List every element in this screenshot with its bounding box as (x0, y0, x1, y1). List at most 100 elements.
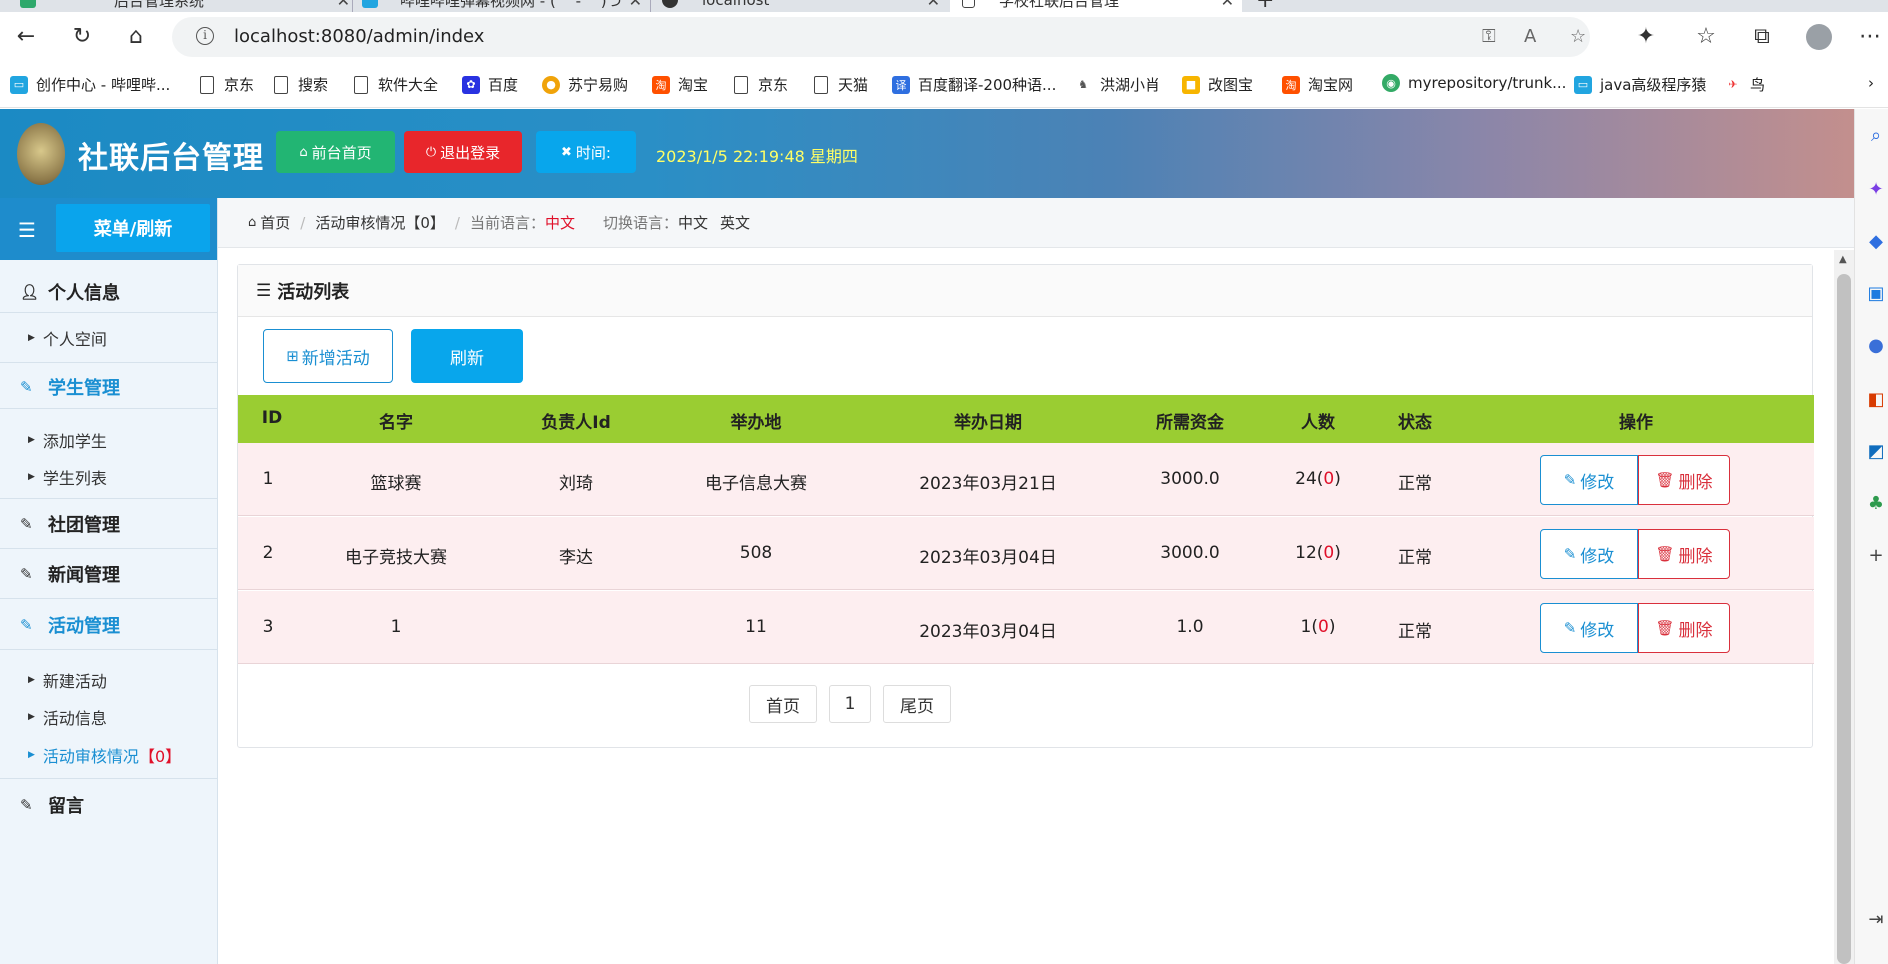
bookmark[interactable]: ▭ 创作中心 - 哔哩哔... (10, 74, 170, 95)
bookmark[interactable]: 天猫 (814, 74, 868, 95)
cell-id: 1 (262, 469, 274, 489)
pager-last-button[interactable]: 尾页 (883, 685, 951, 723)
bookmarks-overflow-icon[interactable]: › (1868, 74, 1874, 92)
page-scrollbar[interactable]: ▲ (1834, 250, 1854, 964)
language-chinese-link[interactable]: 中文 (678, 212, 708, 233)
read-aloud-icon[interactable]: A (1524, 26, 1536, 47)
bilibili-icon: ▭ (10, 75, 28, 94)
new-tab-button[interactable]: + (1256, 0, 1286, 12)
breadcrumb-home[interactable]: 首页 (260, 212, 290, 233)
sidebar-item-new-activity[interactable]: ▶ 新建活动 (28, 668, 107, 692)
browser-tab-active[interactable]: 学校社联后台管理 ✕ (950, 0, 1242, 12)
url-field[interactable]: i localhost:8080/admin/index ⚿ A ☆ (172, 17, 1590, 57)
tag-icon[interactable]: ◆ (1865, 231, 1887, 253)
back-icon[interactable]: ← (12, 24, 40, 50)
edit-icon: ✎ (20, 378, 33, 396)
pager-page-button[interactable]: 1 (829, 685, 871, 723)
copilot-icon[interactable]: ✦ (1865, 179, 1887, 201)
home-icon[interactable]: ⌂ (122, 24, 150, 50)
edit-button[interactable]: ✎ 修改 (1540, 455, 1638, 505)
add-activity-button[interactable]: ⊞ 新增活动 (263, 329, 393, 383)
list-icon[interactable]: ☰ (18, 218, 36, 242)
bookmark[interactable]: 京东 (734, 74, 788, 95)
bookmark[interactable]: 京东 (200, 74, 254, 95)
sidebar-section-messages[interactable]: ✎ 留言 (0, 784, 217, 826)
scrollbar-thumb[interactable] (1837, 274, 1851, 964)
site-info-icon[interactable]: i (196, 27, 214, 45)
bookmark[interactable]: 译百度翻译-200种语... (892, 74, 1056, 95)
user-icon: 👤︎ (20, 283, 40, 301)
sidebar-item-student-list[interactable]: ▶ 学生列表 (28, 465, 107, 489)
cell-place: 电子信息大赛 (705, 474, 807, 494)
bookmark[interactable]: 淘淘宝网 (1282, 74, 1353, 95)
bookmark[interactable]: ✿ 百度 (462, 74, 518, 95)
sidebar-section-students[interactable]: ✎ 学生管理 (0, 366, 217, 408)
sidebar-item-personal-space[interactable]: ▶ 个人空间 (28, 326, 107, 350)
more-icon[interactable]: ⋯ (1856, 24, 1884, 50)
extensions-icon[interactable]: ✦ (1632, 24, 1660, 50)
sidebar-section-news[interactable]: ✎ 新闻管理 (0, 554, 217, 594)
search-icon[interactable]: ⌕ (1865, 125, 1887, 147)
bookmark[interactable]: ▭ java高级程序猿 (1574, 74, 1706, 95)
language-english-link[interactable]: 英文 (720, 212, 750, 233)
browser-tab[interactable]: localhost ✕ (662, 0, 940, 12)
bookmark[interactable]: ■ 改图宝 (1182, 74, 1253, 95)
edit-icon: ✎ (1563, 619, 1577, 637)
bookmark[interactable]: ● 苏宁易购 (542, 74, 628, 95)
url-text[interactable]: localhost:8080/admin/index (234, 26, 484, 47)
cell-status: 正常 (1398, 474, 1432, 494)
sidebar-section-clubs[interactable]: ✎ 社团管理 (0, 504, 217, 544)
outlook-icon[interactable]: ◩ (1865, 441, 1887, 463)
sidebar-item-activity-audit[interactable]: ▶ 活动审核情况 【0】 (28, 743, 181, 767)
briefcase-icon[interactable]: ▣ (1865, 283, 1887, 305)
add-icon[interactable]: + (1865, 545, 1887, 567)
sidebar-toggle-icon[interactable]: ⇥ (1865, 909, 1887, 931)
close-icon[interactable]: ✕ (1221, 0, 1234, 10)
sidebar-item-activity-info[interactable]: ▶ 活动信息 (28, 705, 107, 729)
browser-tab[interactable]: 后台管理系统 ✕ (20, 0, 350, 12)
trash-icon: 🗑︎ (1655, 545, 1675, 563)
sidebar-section-activities[interactable]: ✎ 活动管理 (0, 604, 217, 646)
edit-icon: ✎ (1563, 545, 1577, 563)
time-button[interactable]: ✖ 时间: (536, 131, 636, 173)
bookmark[interactable]: ✈ 鸟 (1724, 74, 1765, 95)
pager-first-button[interactable]: 首页 (749, 685, 817, 723)
reload-icon[interactable]: ↻ (68, 24, 96, 50)
close-icon[interactable]: ✕ (629, 0, 642, 10)
logout-button[interactable]: ⏻ 退出登录 (404, 131, 522, 173)
edit-button[interactable]: ✎ 修改 (1540, 603, 1638, 653)
delete-button[interactable]: 🗑︎ 删除 (1638, 455, 1730, 505)
bookmark[interactable]: 淘淘宝 (652, 74, 708, 95)
bookmark[interactable]: ♞ 洪湖小肖 (1074, 74, 1160, 95)
delete-button[interactable]: 🗑︎ 删除 (1638, 603, 1730, 653)
bookmark[interactable]: 软件大全 (354, 74, 438, 95)
column-header: 人数 (1301, 413, 1335, 433)
key-icon[interactable]: ⚿ (1482, 26, 1496, 47)
profile-avatar[interactable] (1806, 24, 1832, 50)
delete-button[interactable]: 🗑︎ 删除 (1638, 529, 1730, 579)
bookmark[interactable]: 搜索 (274, 74, 328, 95)
office-icon[interactable]: ◧ (1865, 389, 1887, 411)
cell-fund: 3000.0 (1160, 543, 1220, 563)
favorite-add-icon[interactable]: ☆ (1570, 26, 1586, 47)
tree-icon[interactable]: ♣ (1865, 493, 1887, 515)
bookmark[interactable]: ◉ myrepository/trunk... (1382, 74, 1566, 92)
edit-button[interactable]: ✎ 修改 (1540, 529, 1638, 579)
people-icon[interactable]: ● (1865, 335, 1887, 357)
scroll-up-icon[interactable]: ▲ (1839, 254, 1847, 265)
refresh-button[interactable]: 刷新 (411, 329, 523, 383)
home-page-button[interactable]: ⌂ 前台首页 (276, 131, 395, 173)
browser-tab[interactable]: 哔哩哔哩弹幕视频网 - ( ゜- ゜)つ ✕ (362, 0, 642, 12)
favorites-icon[interactable]: ☆ (1692, 24, 1720, 50)
caret-right-icon: ▶ (28, 750, 35, 760)
close-icon[interactable]: ✕ (927, 0, 940, 10)
menu-refresh-button[interactable]: 菜单/刷新 (56, 204, 210, 252)
sidebar-item-add-student[interactable]: ▶ 添加学生 (28, 428, 107, 452)
sidebar-section-profile[interactable]: 👤︎ 个人信息 (0, 272, 217, 312)
cell-name: 篮球赛 (370, 474, 422, 494)
caret-right-icon: ▶ (28, 675, 35, 685)
collections-icon[interactable]: ⧉ (1748, 24, 1776, 50)
close-icon[interactable]: ✕ (337, 0, 350, 10)
tab-title: localhost (702, 0, 770, 9)
sidebar: ☰ 菜单/刷新 👤︎ 个人信息 ▶ 个人空间 ✎ 学生管理 ▶ 添加学生 ▶ 学生列表 ✎… (0, 198, 218, 964)
